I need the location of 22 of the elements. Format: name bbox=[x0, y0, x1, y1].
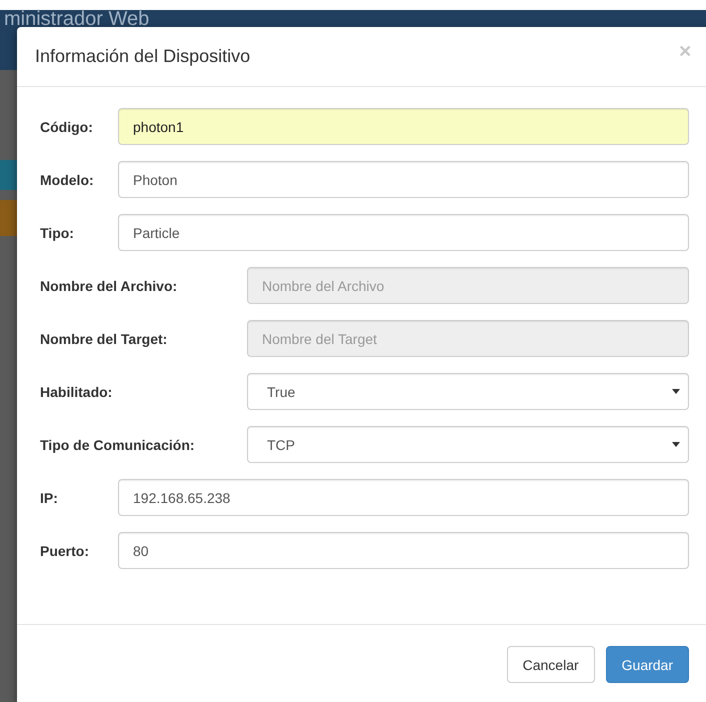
field-label: Puerto: bbox=[40, 542, 90, 558]
input-field[interactable]: photon1 bbox=[118, 108, 689, 145]
modal-title: Información del Dispositivo bbox=[35, 46, 250, 67]
cancel-button[interactable]: Cancelar bbox=[506, 646, 595, 683]
select-field[interactable]: True bbox=[247, 373, 689, 410]
field-label: Código: bbox=[40, 118, 94, 134]
select-field[interactable]: TCP bbox=[247, 426, 689, 463]
field-label: Nombre del Archivo: bbox=[40, 278, 178, 294]
input-field[interactable]: 80 bbox=[118, 532, 689, 569]
caret-icon bbox=[672, 442, 680, 447]
input-field[interactable]: Particle bbox=[118, 214, 689, 251]
field-label: Tipo de Comunicación: bbox=[40, 436, 196, 452]
field-label: Habilitado: bbox=[40, 384, 114, 400]
field-label: Tipo: bbox=[40, 224, 75, 240]
field-label: IP: bbox=[40, 490, 59, 506]
save-button[interactable]: Guardar bbox=[606, 646, 689, 683]
page-title: ministrador Web bbox=[4, 10, 150, 27]
input-field[interactable]: 192.168.65.238 bbox=[118, 479, 689, 516]
input-field[interactable]: Photon bbox=[118, 161, 689, 198]
field-label: Nombre del Target: bbox=[40, 330, 168, 346]
caret-icon bbox=[672, 389, 680, 394]
field-label: Modelo: bbox=[40, 172, 95, 188]
